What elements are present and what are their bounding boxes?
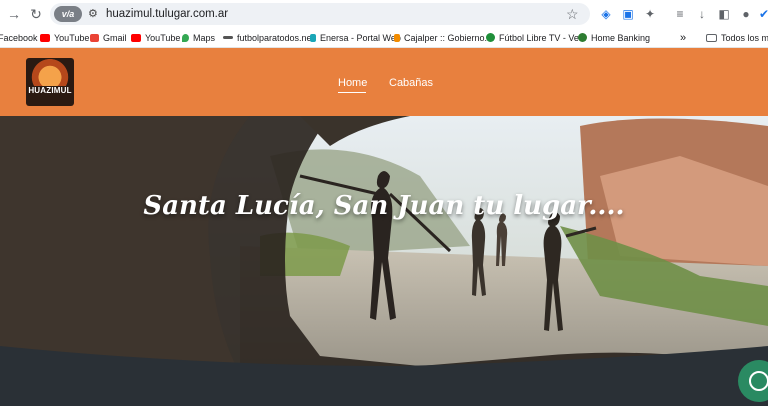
bookmark-futbolparatodos[interactable]: futbolparatodos.net [223,31,314,45]
browser-toolbar: → ↻ v/a ⚙ huazimul.tulugar.com.ar ☆ ◈ ▣ … [0,0,768,28]
bookmark-gmail[interactable]: Gmail [90,31,127,45]
bookmark-futbol-libre[interactable]: Fútbol Libre TV - Ve... [486,31,586,45]
hero-title: Santa Lucía, San Juan tu lugar.... [143,191,625,221]
bookmark-facebook[interactable]: Facebook [0,31,38,45]
bookmark-label: Home Banking [591,33,651,43]
reading-list-icon[interactable]: ≡ [672,6,688,22]
hero-photo [0,116,768,406]
bookmark-youtube-2[interactable]: YouTube [131,31,180,45]
bookmark-label: Cajalper :: Gobierno... [404,33,493,43]
download-icon[interactable]: ↓ [694,6,710,22]
site-badge[interactable]: v/a [54,6,82,22]
bookmark-label: Todos los marc [721,33,768,43]
bookmark-label: Facebook [0,33,38,43]
bookmark-star-icon[interactable]: ☆ [566,6,579,22]
site-logo[interactable]: HUAZIMUL [26,58,74,106]
nav-home[interactable]: Home [338,76,367,90]
shield-check-icon[interactable]: ✔ [756,6,768,22]
extension-badge-icon[interactable]: ▣ [620,6,636,22]
bookmarks-bar: Facebook YouTube Gmail YouTube Maps futb… [0,28,768,48]
nav-active-underline [338,92,366,93]
shield-icon[interactable]: ◈ [598,6,614,22]
bookmark-label: futbolparatodos.net [237,33,315,43]
bookmark-maps[interactable]: Maps [182,31,215,45]
cajalper-icon [394,33,400,42]
address-bar[interactable]: v/a ⚙ huazimul.tulugar.com.ar ☆ [50,3,590,25]
hero-image: Santa Lucía, San Juan tu lugar.... [0,116,768,406]
futbol-libre-icon [486,33,495,43]
url-text[interactable]: huazimul.tulugar.com.ar [106,7,228,21]
youtube-icon [131,33,141,42]
profile-avatar-icon[interactable]: ● [738,6,754,22]
site-header: HUAZIMUL Home Cabañas [0,48,768,116]
reload-icon[interactable]: ↻ [28,6,44,22]
bookmark-label: Enersa - Portal Web [320,33,401,43]
side-panel-icon[interactable]: ◧ [716,6,732,22]
puzzle-extension-icon[interactable]: ✦ [642,6,658,22]
maps-icon [182,33,189,42]
site-settings-icon[interactable]: ⚙ [88,7,100,21]
whatsapp-icon [749,371,768,391]
bookmark-enersa[interactable]: Enersa - Portal Web [310,31,401,45]
gmail-icon [90,33,99,42]
folder-icon [706,33,717,42]
logo-text: HUAZIMUL [26,86,74,96]
bookmark-label: Maps [193,33,216,43]
bookmark-youtube-1[interactable]: YouTube [40,31,89,45]
more-bookmarks-icon[interactable]: » [680,31,686,45]
home-banking-icon [578,33,587,43]
enersa-icon [310,33,316,42]
bookmark-label: Fútbol Libre TV - Ve... [499,33,587,43]
bookmark-label: YouTube [54,33,90,43]
all-bookmarks-folder[interactable]: Todos los marc [706,31,768,45]
youtube-icon [40,33,50,42]
bookmark-home-banking[interactable]: Home Banking [578,31,650,45]
forward-icon[interactable]: → [6,6,22,22]
link-icon [223,36,233,40]
bookmark-label: YouTube [145,33,181,43]
nav-cabanas[interactable]: Cabañas [389,76,433,90]
bookmark-label: Gmail [103,33,127,43]
bookmark-cajalper[interactable]: Cajalper :: Gobierno... [394,31,492,45]
